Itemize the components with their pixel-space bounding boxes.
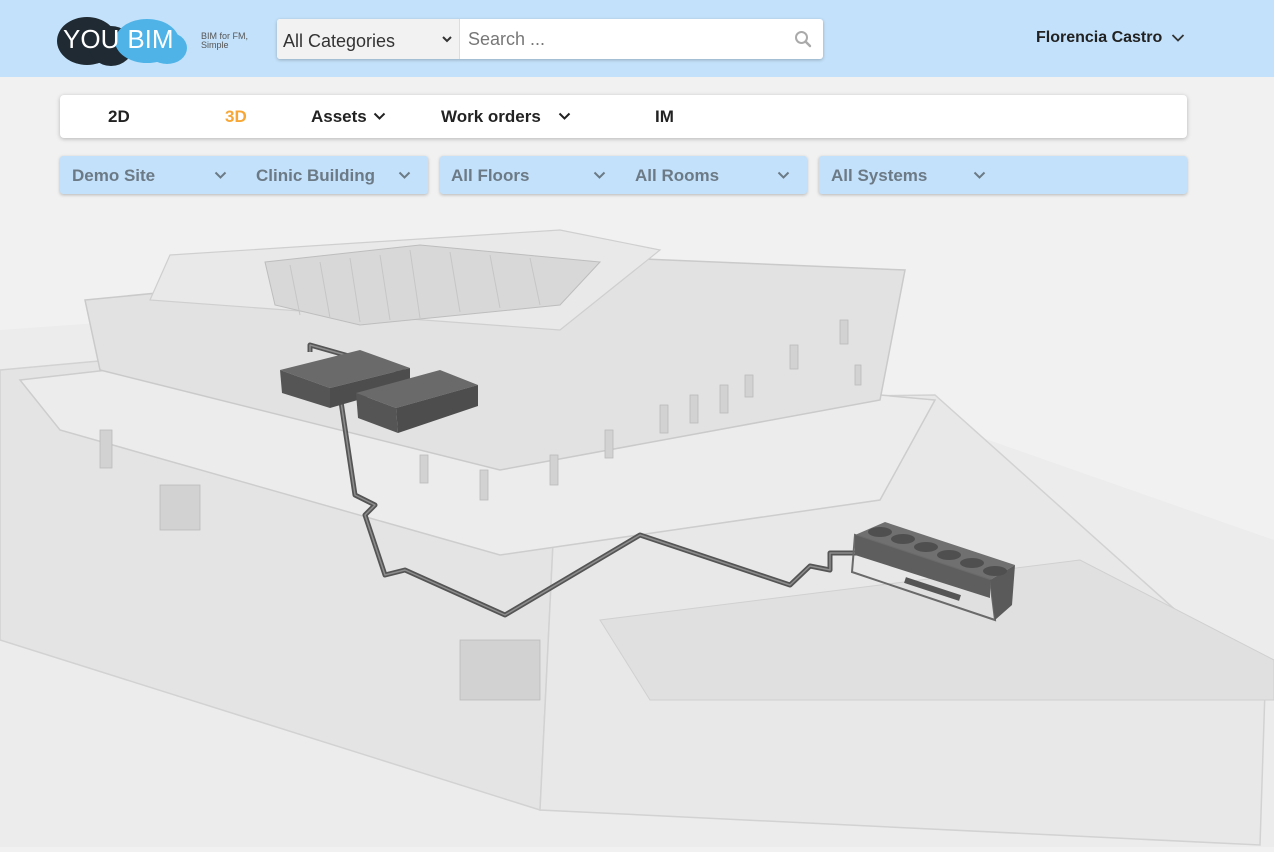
chevron-down-icon[interactable] — [558, 112, 571, 121]
chevron-down-icon[interactable] — [398, 171, 411, 180]
category-select[interactable]: All Categories — [277, 19, 460, 59]
category-select-value: All Categories — [283, 31, 396, 51]
chevron-down-icon[interactable] — [373, 112, 386, 121]
logo-text-you: YOU — [63, 24, 120, 54]
3d-viewer[interactable] — [0, 200, 1274, 847]
nav-assets[interactable]: Assets — [311, 107, 367, 127]
building-model-render[interactable] — [0, 200, 1274, 847]
systems-select[interactable]: All Systems — [831, 166, 927, 186]
user-menu[interactable]: Florencia Castro — [1036, 29, 1162, 47]
youbim-logo[interactable]: YOU BIM — [55, 14, 190, 69]
chevron-down-icon[interactable] — [777, 171, 790, 180]
search-bar: All Categories — [277, 19, 823, 59]
brand-tagline: BIM for FM, Simple — [201, 32, 261, 50]
floor-room-filter: All Floors All Rooms — [440, 156, 807, 194]
chevron-down-icon — [442, 36, 452, 43]
search-input[interactable] — [460, 19, 780, 59]
building-select[interactable]: Clinic Building — [256, 166, 375, 186]
rooms-select[interactable]: All Rooms — [635, 166, 719, 186]
chevron-down-icon[interactable] — [593, 171, 606, 180]
site-select[interactable]: Demo Site — [72, 166, 155, 186]
app-header: YOU BIM BIM for FM, Simple All Categories… — [0, 0, 1274, 77]
main-nav: 2D 3D Assets Work orders IM — [60, 95, 1187, 138]
floors-select[interactable]: All Floors — [451, 166, 529, 186]
site-building-filter: Demo Site Clinic Building — [60, 156, 428, 194]
nav-2d[interactable]: 2D — [108, 107, 130, 127]
search-icon[interactable] — [794, 30, 812, 48]
nav-work-orders[interactable]: Work orders — [441, 107, 541, 127]
chevron-down-icon[interactable] — [1171, 33, 1185, 43]
logo-text-bim: BIM — [127, 24, 174, 54]
chevron-down-icon[interactable] — [214, 171, 227, 180]
nav-3d[interactable]: 3D — [225, 107, 247, 127]
tagline-line2: Simple — [201, 40, 229, 50]
systems-filter: All Systems — [819, 156, 1187, 194]
chevron-down-icon[interactable] — [973, 171, 986, 180]
nav-im[interactable]: IM — [655, 107, 674, 127]
